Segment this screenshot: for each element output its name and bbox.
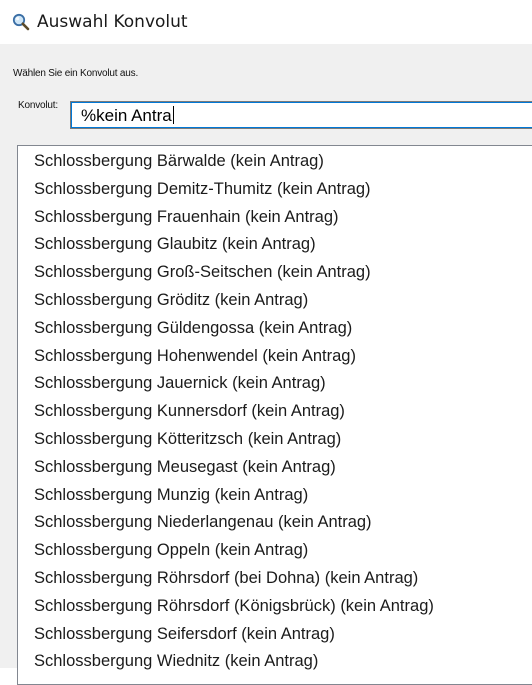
list-item[interactable]: Schlossbergung Bärwalde (kein Antrag): [34, 152, 324, 171]
list-item[interactable]: Schlossbergung Demitz-Thumitz (kein Antr…: [34, 180, 371, 199]
list-item[interactable]: Schlossbergung Niederlangenau (kein Antr…: [34, 513, 372, 532]
list-item[interactable]: Schlossbergung Röhrsdorf (bei Dohna) (ke…: [34, 569, 418, 588]
list-item[interactable]: Schlossbergung Kötteritzsch (kein Antrag…: [34, 430, 341, 449]
magnifier-icon: [12, 13, 30, 31]
list-item[interactable]: Schlossbergung Röhrsdorf (Königsbrück) (…: [34, 597, 434, 616]
list-item[interactable]: Schlossbergung Seifersdorf (kein Antrag): [34, 625, 335, 644]
list-item[interactable]: Schlossbergung Meusegast (kein Antrag): [34, 458, 336, 477]
list-item[interactable]: Schlossbergung Groß-Seitschen (kein Antr…: [34, 263, 371, 282]
window-title: Auswahl Konvolut: [37, 12, 188, 32]
list-item[interactable]: Schlossbergung Kunnersdorf (kein Antrag): [34, 402, 345, 421]
konvolut-input-value: %kein Antra: [81, 106, 174, 125]
text-caret: [172, 106, 174, 124]
konvolut-list[interactable]: Schlossbergung Bärwalde (kein Antrag) Sch…: [17, 145, 532, 685]
list-item[interactable]: Schlossbergung Gröditz (kein Antrag): [34, 291, 308, 310]
list-item[interactable]: Schlossbergung Frauenhain (kein Antrag): [34, 208, 339, 227]
konvolut-input[interactable]: %kein Antra: [70, 101, 532, 129]
list-item[interactable]: Schlossbergung Hohenwendel (kein Antrag): [34, 347, 356, 366]
list-item[interactable]: Schlossbergung Glaubitz (kein Antrag): [34, 235, 316, 254]
instruction-text: Wählen Sie ein Konvolut aus.: [13, 68, 139, 79]
list-item[interactable]: Schlossbergung Oppeln (kein Antrag): [34, 541, 308, 560]
list-item[interactable]: Schlossbergung Munzig (kein Antrag): [34, 486, 308, 505]
dialog-body: Wählen Sie ein Konvolut aus. Konvolut: %…: [0, 44, 532, 685]
title-bar[interactable]: Auswahl Konvolut: [0, 0, 532, 44]
list-item[interactable]: Schlossbergung Jauernick (kein Antrag): [34, 374, 326, 393]
list-item[interactable]: Schlossbergung Güldengossa (kein Antrag): [34, 319, 352, 338]
konvolut-label: Konvolut:: [18, 100, 58, 111]
list-item[interactable]: Schlossbergung Wiednitz (kein Antrag): [34, 652, 318, 671]
